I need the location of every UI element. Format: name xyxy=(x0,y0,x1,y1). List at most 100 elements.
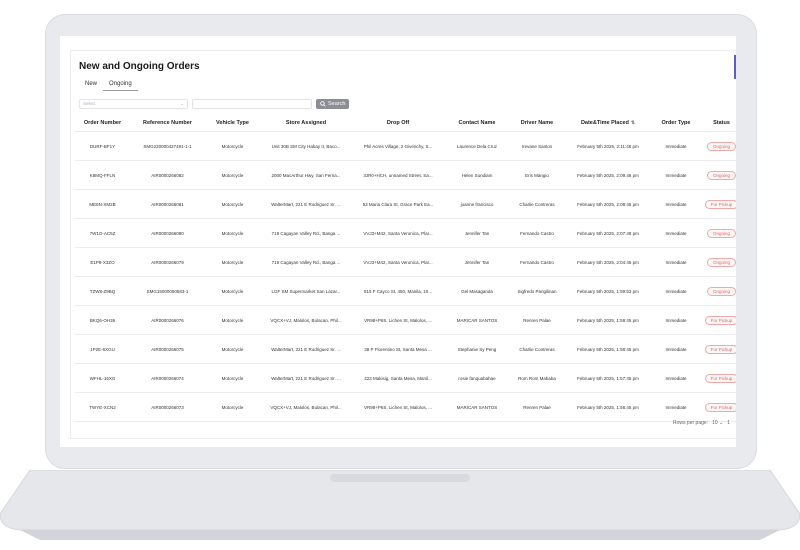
column-header[interactable]: Order Number xyxy=(75,115,130,132)
cell-order: K8MQ-FFLN xyxy=(75,160,130,190)
cell-ref: AIR0000266082 xyxy=(130,160,205,190)
column-header[interactable]: Order Type xyxy=(652,115,700,132)
cell-vehicle: Motorcycle xyxy=(205,305,260,335)
cell-vehicle: Motorcycle xyxy=(205,276,260,306)
cell-status: For Pickup xyxy=(700,189,736,219)
search-button[interactable]: Search xyxy=(316,99,350,109)
cell-store: VQCX+VJ, Malolos, Bulacan, Phil... xyxy=(260,392,352,422)
cell-status: Ongoing xyxy=(700,247,736,277)
cell-status: For Pickup xyxy=(700,392,736,422)
table-row[interactable]: ME6N-XM2B AIR0000266081 Motorcycle WalterMa… xyxy=(75,189,736,219)
column-header-label: Date&Time Placed xyxy=(580,120,629,126)
laptop-base xyxy=(0,470,800,540)
cell-date: February 5th 2025, 1:59:53 pm xyxy=(564,276,652,306)
status-badge: For Pickup xyxy=(704,373,736,383)
sort-icon[interactable]: ⇅ xyxy=(631,120,635,126)
status-badge: Ongoing xyxy=(706,141,736,151)
column-header[interactable]: Vehicle Type xyxy=(205,115,260,132)
cell-store: 719 Cagayan Valley Rd., Banga ... xyxy=(260,247,352,277)
table-row[interactable]: TWYE-XCN2 AIR0000266073 Motorcycle VQCX+VJ,… xyxy=(75,392,736,422)
cell-order: TWYE-XCN2 xyxy=(75,392,130,422)
cell-drop: 423 Makisig, Santa Mesa, Manil... xyxy=(352,363,444,393)
tab-new[interactable]: New xyxy=(79,80,103,91)
cell-ref: AIR0000266080 xyxy=(130,218,205,248)
cell-driver: Charlie Contreras xyxy=(510,189,564,219)
cell-status: Ongoing xyxy=(700,218,736,248)
cell-contact: MARICAR SANTOS xyxy=(444,305,510,335)
table-row[interactable]: TZW8-Z9BQ SMG15000050583-1 Motorcycle LGF S… xyxy=(75,276,736,306)
rows-per-page-select[interactable]: 10 ⌄ xyxy=(712,420,723,426)
cell-status: Ongoing xyxy=(700,160,736,190)
cell-store: 2000 MacArthur Hwy, San Ferna... xyxy=(260,160,352,190)
cell-ref: AIR0000266073 xyxy=(130,392,205,422)
filter-select-placeholder: Select xyxy=(83,101,96,106)
cell-drop: 53 Maria Clara St, Grace Park Ea... xyxy=(352,189,444,219)
cell-contact: MARICAR SANTOS xyxy=(444,392,510,422)
cell-ref: AIR0000266079 xyxy=(130,247,205,277)
scrollbar[interactable] xyxy=(734,55,736,79)
cell-vehicle: Motorcycle xyxy=(205,247,260,277)
cell-vehicle: Motorcycle xyxy=(205,392,260,422)
cell-date: February 5th 2025, 1:58:45 pm xyxy=(564,334,652,364)
table-row[interactable]: DURF-BF1Y SMG220000427491-1-1 Motorcycle Un… xyxy=(75,131,736,161)
cell-contact: Jennifer Tan xyxy=(444,247,510,277)
table-body: DURF-BF1Y SMG220000427491-1-1 Motorcycle Un… xyxy=(75,131,736,422)
cell-drop: 815 F Cayco St, 450, Manila, 10... xyxy=(352,276,444,306)
cell-order: DURF-BF1Y xyxy=(75,131,130,161)
table-row[interactable]: E1P8-X3ZO AIR0000266079 Motorcycle 719 Caga… xyxy=(75,247,736,277)
status-badge: For Pickup xyxy=(704,199,736,209)
cell-contact: rosie fanquabahae xyxy=(444,363,510,393)
status-badge: Ongoing xyxy=(706,286,736,296)
table-row[interactable]: BKQ6-OH36 AIR0000266076 Motorcycle VQCX+VJ,… xyxy=(75,305,736,335)
table-header-row: Order Number Reference Number Vehicle Ty… xyxy=(75,115,736,132)
search-button-label: Search xyxy=(328,101,346,107)
table-row[interactable]: K8MQ-FFLN AIR0000266082 Motorcycle 2000 Mac… xyxy=(75,160,736,190)
pagination: Rows per page: 10 ⌄ 1 xyxy=(673,420,730,426)
column-header[interactable]: Status xyxy=(700,115,736,132)
cell-contact: joanne francisco xyxy=(444,189,510,219)
column-header[interactable]: Drop Off xyxy=(352,115,444,132)
filter-row: Select ⌄ Search xyxy=(79,99,350,109)
cell-status: For Pickup xyxy=(700,334,736,364)
cell-order: BKQ6-OH36 xyxy=(75,305,130,335)
cell-order: E1P8-X3ZO xyxy=(75,247,130,277)
cell-drop: VVJ3+M42, Santa Veronica, Plar... xyxy=(352,247,444,277)
table-row[interactable]: 1P2E-6XGU AIR0000266075 Motorcycle WalterMa… xyxy=(75,334,736,364)
page-title: New and Ongoing Orders xyxy=(79,61,200,72)
order-tabs: New Ongoing xyxy=(79,80,138,91)
search-icon xyxy=(320,101,326,107)
column-header[interactable]: Reference Number xyxy=(130,115,205,132)
cell-store: WalterMart, 221 E Rodriguez Sr. ... xyxy=(260,334,352,364)
cell-driver: Charlie Contreras xyxy=(510,334,564,364)
table-row[interactable]: WFHL-16XG AIR0000266074 Motorcycle WalterMa… xyxy=(75,363,736,393)
cell-vehicle: Motorcycle xyxy=(205,218,260,248)
status-badge: Ongoing xyxy=(706,170,736,180)
cell-driver: Renren Palae xyxy=(510,305,564,335)
tab-ongoing[interactable]: Ongoing xyxy=(103,80,138,91)
rows-per-page-value: 10 xyxy=(712,420,718,426)
column-header-date[interactable]: Date&Time Placed ⇅ xyxy=(564,115,652,132)
cell-date: February 5th 2025, 1:56:45 pm xyxy=(564,392,652,422)
column-header[interactable]: Driver Name xyxy=(510,115,564,132)
cell-driver: Fernando Castro xyxy=(510,247,564,277)
cell-date: February 5th 2025, 2:07:48 pm xyxy=(564,218,652,248)
cell-date: February 5th 2025, 1:59:45 pm xyxy=(564,305,652,335)
cell-driver: Fernando Castro xyxy=(510,218,564,248)
cell-status: For Pickup xyxy=(700,305,736,335)
cell-drop: VR98+P6S, Lichen St, Malolos, ... xyxy=(352,392,444,422)
search-input[interactable] xyxy=(192,99,312,109)
cell-ref: AIR0000266074 xyxy=(130,363,205,393)
cell-store: LGF SM Supermarket San Lazar... xyxy=(260,276,352,306)
cell-status: Ongoing xyxy=(700,131,736,161)
table-row[interactable]: 7W1O-AC5Z AIR0000266080 Motorcycle 719 Caga… xyxy=(75,218,736,248)
cell-drop: 3JR0+HCH, unnamed Street, Sa... xyxy=(352,160,444,190)
cell-date: February 5th 2025, 2:08:45 pm xyxy=(564,189,652,219)
page-info: 1 xyxy=(727,420,730,426)
filter-select[interactable]: Select ⌄ xyxy=(79,99,188,109)
cell-ref: SMG15000050583-1 xyxy=(130,276,205,306)
column-header[interactable]: Store Assigned xyxy=(260,115,352,132)
cell-store: Unit 30B SM City Habay II, Baco... xyxy=(260,131,352,161)
column-header[interactable]: Contact Name xyxy=(444,115,510,132)
cell-ref: AIR0000266076 xyxy=(130,305,205,335)
orders-panel: New and Ongoing Orders New Ongoing Selec… xyxy=(70,50,736,439)
